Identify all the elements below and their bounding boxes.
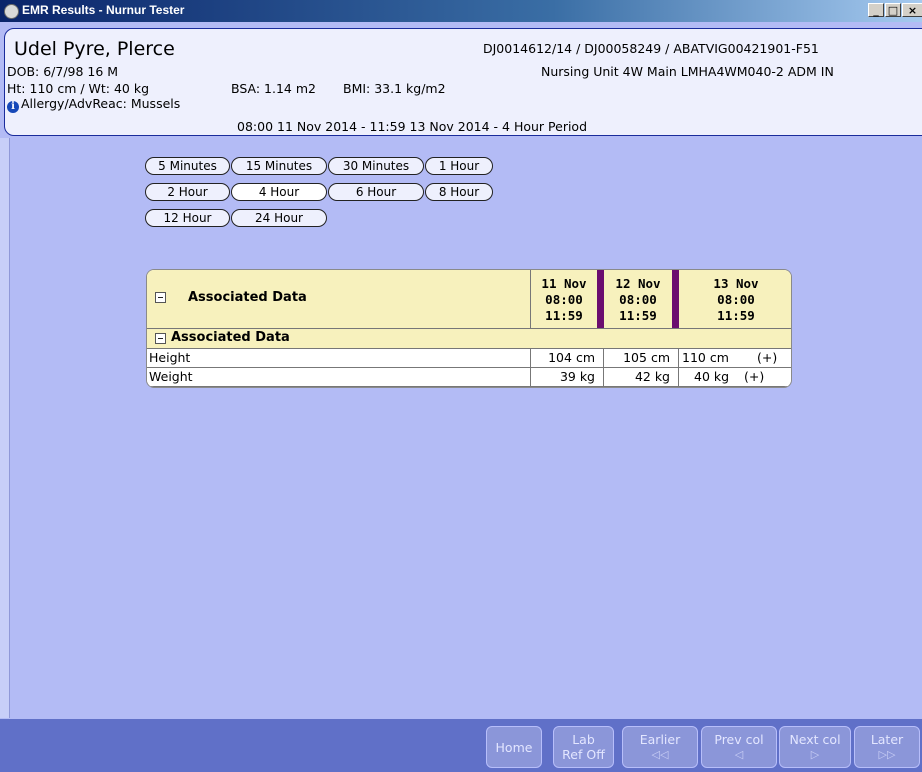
patient-location: Nursing Unit 4W Main LMHA4WM040-2 ADM IN: [541, 64, 834, 79]
section-header: Associated Data: [147, 329, 791, 349]
section-label: Associated Data: [171, 330, 290, 345]
patient-name: Udel Pyre, Plerce: [14, 38, 175, 60]
value-cell[interactable]: 110 cm: [682, 349, 729, 367]
patient-bmi: BMI: 33.1 kg/m2: [343, 81, 446, 96]
collapse-icon[interactable]: [155, 333, 166, 344]
value-cell[interactable]: 39 kg: [533, 368, 595, 386]
window-titlebar: EMR Results - Nurnur Tester _ □ ×: [0, 0, 922, 22]
patient-banner: Udel Pyre, Plerce DJ0014612/14 / DJ00058…: [4, 28, 922, 136]
results-grid: Associated Data 11 Nov 08:00 11:59 12 Nov 0…: [146, 269, 792, 388]
patient-bsa: BSA: 1.14 m2: [231, 81, 316, 96]
next-col-button[interactable]: Next col ▷: [779, 726, 851, 768]
interval-5-minutes-button[interactable]: 5 Minutes: [145, 157, 230, 175]
grid-header: Associated Data 11 Nov 08:00 11:59 12 Nov 0…: [147, 270, 791, 329]
lab-ref-toggle-button[interactable]: Lab Ref Off: [553, 726, 614, 768]
later-button[interactable]: Later ▷▷: [854, 726, 920, 768]
value-cell[interactable]: 42 kg: [606, 368, 670, 386]
window-title: EMR Results - Nurnur Tester: [22, 3, 185, 17]
left-splitter[interactable]: [0, 138, 10, 718]
fast-forward-icon: ▷▷: [878, 748, 896, 761]
interval-15-minutes-button[interactable]: 15 Minutes: [231, 157, 327, 175]
grid-header-label: Associated Data: [188, 290, 307, 305]
next-icon: ▷: [810, 748, 820, 761]
allergy-text: Allergy/AdvReac: Mussels: [21, 96, 181, 111]
footer-toolbar: Home Lab Ref Off Earlier ◁◁ Prev col ◁ Next…: [0, 719, 922, 772]
interval-6-hour-button[interactable]: 6 Hour: [328, 183, 424, 201]
column-header-3[interactable]: 13 Nov 08:00 11:59: [680, 276, 791, 324]
interval-1-hour-button[interactable]: 1 Hour: [425, 157, 493, 175]
column-divider: [530, 270, 531, 328]
change-flag: (+): [744, 369, 765, 384]
patient-dob: DOB: 6/7/98 16 M: [7, 64, 119, 79]
app-icon: [4, 4, 19, 19]
prev-col-button[interactable]: Prev col ◁: [701, 726, 777, 768]
allergy-line[interactable]: i Allergy/AdvReac: Mussels: [7, 96, 180, 113]
earlier-button[interactable]: Earlier ◁◁: [622, 726, 698, 768]
value-cell[interactable]: 104 cm: [533, 349, 595, 367]
patient-identifiers: DJ0014612/14 / DJ00058249 / ABATVIG00421…: [483, 41, 819, 56]
interval-30-minutes-button[interactable]: 30 Minutes: [328, 157, 424, 175]
close-button[interactable]: ×: [902, 3, 922, 17]
info-icon[interactable]: i: [7, 101, 19, 113]
home-button[interactable]: Home: [486, 726, 542, 768]
maximize-button[interactable]: □: [885, 3, 901, 17]
value-cell[interactable]: 105 cm: [606, 349, 670, 367]
patient-height-weight: Ht: 110 cm / Wt: 40 kg: [7, 81, 150, 96]
rewind-icon: ◁◁: [651, 748, 669, 761]
row-label: Weight: [149, 369, 193, 384]
row-label: Height: [149, 350, 191, 365]
column-header-2[interactable]: 12 Nov 08:00 11:59: [606, 276, 670, 324]
collapse-icon[interactable]: [155, 292, 166, 303]
table-row[interactable]: Height 104 cm 105 cm 110 cm (+): [147, 349, 791, 368]
interval-8-hour-button[interactable]: 8 Hour: [425, 183, 493, 201]
period-range: 08:00 11 Nov 2014 - 11:59 13 Nov 2014 - …: [237, 119, 588, 134]
table-row[interactable]: Weight 39 kg 42 kg 40 kg (+): [147, 368, 791, 387]
column-header-1[interactable]: 11 Nov 08:00 11:59: [533, 276, 595, 324]
interval-4-hour-button[interactable]: 4 Hour: [231, 183, 327, 201]
interval-2-hour-button[interactable]: 2 Hour: [145, 183, 230, 201]
value-cell[interactable]: 40 kg: [694, 368, 729, 386]
column-marker: [597, 270, 604, 328]
interval-12-hour-button[interactable]: 12 Hour: [145, 209, 230, 227]
interval-24-hour-button[interactable]: 24 Hour: [231, 209, 327, 227]
column-marker: [672, 270, 679, 328]
prev-icon: ◁: [734, 748, 744, 761]
minimize-button[interactable]: _: [868, 3, 884, 17]
change-flag: (+): [757, 350, 778, 365]
